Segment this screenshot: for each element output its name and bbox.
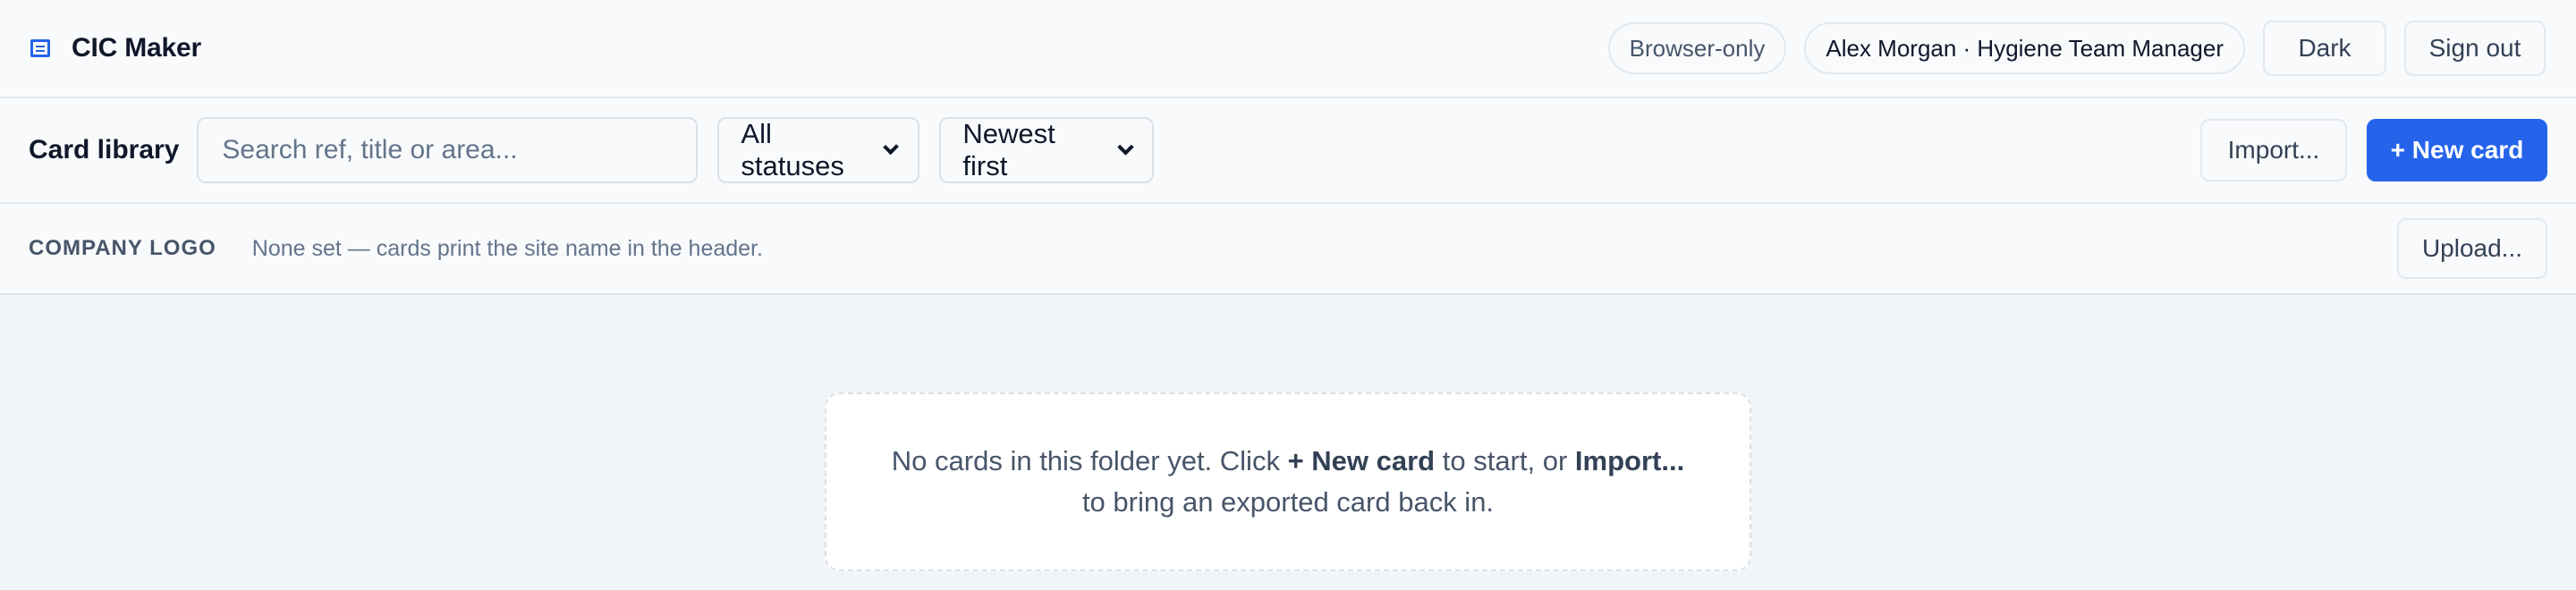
brand: CIC Maker [30,33,201,63]
library-toolbar: Card library All statuses Newest first I… [0,98,2576,204]
sign-out-button[interactable]: Sign out [2404,21,2546,76]
company-logo-label: COMPANY LOGO [29,236,216,260]
empty-state-message: No cards in this folder yet. Click + New… [880,441,1696,523]
empty-state-tail: to bring an exported card back in. [1081,486,1495,518]
sort-value: Newest first [962,118,1055,181]
theme-toggle-button[interactable]: Dark [2263,21,2386,76]
empty-state-lead: No cards in this folder yet. Click [891,445,1288,476]
empty-state-import-ref: Import... [1574,445,1685,476]
page-title: Card library [29,135,180,164]
company-logo-note: None set — cards print the site name in … [251,235,763,261]
company-logo-row: COMPANY LOGO None set — cards print the … [0,204,2576,295]
empty-state: No cards in this folder yet. Click + New… [825,392,1751,571]
new-card-button[interactable]: + New card [2367,119,2547,181]
empty-state-new-card-ref: + New card [1287,445,1436,476]
chevron-down-icon [1116,138,1134,156]
app-title: CIC Maker [72,33,201,63]
import-button[interactable]: Import... [2200,119,2347,181]
search-input[interactable] [197,117,699,183]
top-right-controls: Browser-only Alex Morgan · Hygiene Team … [1607,21,2546,76]
card-list-icon [30,39,50,57]
user-badge: Alex Morgan · Hygiene Team Manager [1804,22,2245,74]
sort-select[interactable]: Newest first [939,117,1155,183]
toolbar-actions: Import... + New card [2200,119,2547,181]
empty-state-middle: to start, or [1435,445,1575,476]
mode-badge: Browser-only [1607,22,1787,74]
status-filter-select[interactable]: All statuses [717,117,920,183]
chevron-down-icon [883,139,900,155]
top-bar: CIC Maker Browser-only Alex Morgan · Hyg… [0,0,2576,98]
status-filter-value: All statuses [741,118,844,181]
upload-logo-button[interactable]: Upload... [2397,218,2547,279]
